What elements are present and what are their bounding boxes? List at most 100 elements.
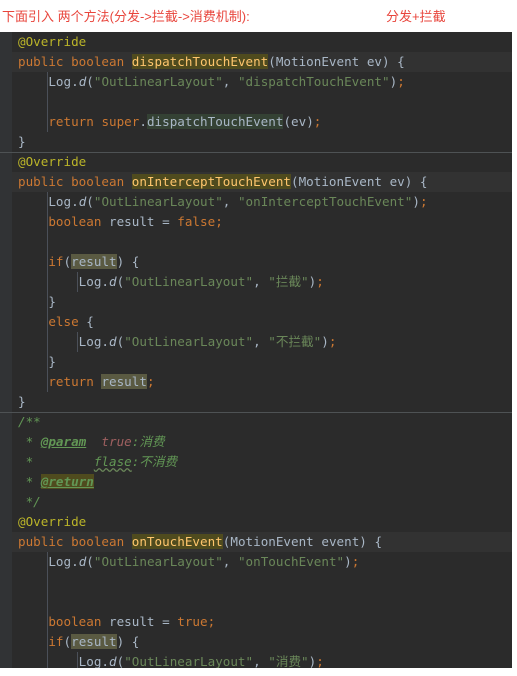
code-token: "OutLinearLayout" xyxy=(124,654,254,668)
code-token: "OutLinearLayout" xyxy=(93,74,223,89)
code-line[interactable]: else { xyxy=(12,312,512,332)
code-token: ) { xyxy=(116,634,140,649)
code-token: boolean xyxy=(71,174,125,189)
indent-guide xyxy=(47,232,48,252)
code-token: "OutLinearLayout" xyxy=(93,194,223,209)
code-line[interactable]: boolean result = true; xyxy=(12,612,512,632)
code-line[interactable]: Log.d("OutLinearLayout", "onTouchEvent")… xyxy=(12,552,512,572)
code-token: MotionEvent xyxy=(275,54,360,69)
code-line[interactable]: @Override xyxy=(0,152,512,172)
header-right-note: 分发+拦截 xyxy=(386,9,446,24)
code-line[interactable]: @Override xyxy=(12,512,512,532)
code-token: Log xyxy=(48,74,72,89)
code-line[interactable] xyxy=(12,232,512,252)
code-token: , xyxy=(253,334,269,349)
code-line[interactable]: if(result) { xyxy=(12,632,512,652)
code-token: dispatchTouchEvent xyxy=(131,54,269,69)
code-token: "onTouchEvent" xyxy=(237,554,345,569)
code-line[interactable]: @Override xyxy=(12,32,512,52)
code-line[interactable]: Log.d("OutLinearLayout", "不拦截"); xyxy=(12,332,512,352)
code-line[interactable]: * flase:不消费 xyxy=(12,452,512,472)
indent-guide xyxy=(47,652,48,668)
code-token: if xyxy=(48,634,64,649)
code-token: ; xyxy=(328,334,337,349)
code-token: ( xyxy=(86,194,94,209)
code-token: . xyxy=(101,654,110,668)
code-token: ( xyxy=(63,254,72,269)
code-line[interactable]: public boolean onInterceptTouchEvent(Mot… xyxy=(12,172,512,192)
code-token: onTouchEvent xyxy=(131,534,223,549)
code-token: "dispatchTouchEvent" xyxy=(237,74,390,89)
code-token: ; xyxy=(146,374,155,389)
indent-guide xyxy=(47,192,48,212)
code-line[interactable]: } xyxy=(12,292,512,312)
code-lines-container[interactable]: @Override public boolean dispatchTouchEve… xyxy=(0,32,512,668)
code-token: result xyxy=(109,614,155,629)
code-token: ; xyxy=(397,74,405,89)
code-token: :不消费 xyxy=(131,454,178,469)
code-line[interactable] xyxy=(12,92,512,112)
code-line[interactable]: return super.dispatchTouchEvent(ev); xyxy=(12,112,512,132)
indent-guide xyxy=(77,652,78,668)
code-token: ) xyxy=(412,194,420,209)
code-line[interactable] xyxy=(12,592,512,612)
code-token: . xyxy=(71,194,79,209)
code-token: false xyxy=(177,214,216,229)
code-line[interactable]: public boolean onTouchEvent(MotionEvent … xyxy=(12,532,512,552)
code-token: public xyxy=(18,54,64,69)
code-line[interactable] xyxy=(12,572,512,592)
code-line[interactable]: * @return xyxy=(12,472,512,492)
code-line[interactable]: boolean result = false; xyxy=(12,212,512,232)
code-token: = xyxy=(154,614,178,629)
code-token: ( xyxy=(268,54,276,69)
code-line[interactable]: } xyxy=(12,352,512,372)
code-token: } xyxy=(18,294,56,309)
code-token: result xyxy=(71,254,117,269)
code-token: = xyxy=(154,214,178,229)
code-line[interactable]: Log.d("OutLinearLayout", "拦截"); xyxy=(12,272,512,292)
code-token: boolean xyxy=(71,54,125,69)
code-line[interactable]: Log.d("OutLinearLayout", "dispatchTouchE… xyxy=(12,72,512,92)
code-line[interactable]: * @param true:消费 xyxy=(12,432,512,452)
code-token: flase xyxy=(93,454,132,469)
code-line[interactable]: Log.d("OutLinearLayout", "onInterceptTou… xyxy=(12,192,512,212)
code-token: onInterceptTouchEvent xyxy=(131,174,291,189)
code-line[interactable]: /** xyxy=(0,412,512,432)
code-token: , xyxy=(222,554,238,569)
code-token: ; xyxy=(316,274,324,289)
indent-guide xyxy=(77,272,78,292)
code-token: super xyxy=(101,114,140,129)
code-token: ( xyxy=(86,74,94,89)
code-line[interactable]: */ xyxy=(12,492,512,512)
code-editor-block[interactable]: @Override public boolean dispatchTouchEve… xyxy=(0,32,512,668)
code-line[interactable]: } xyxy=(12,132,512,152)
code-line[interactable]: } xyxy=(12,392,512,412)
code-token: "消费" xyxy=(268,654,309,668)
code-line[interactable]: Log.d("OutLinearLayout", "消费"); xyxy=(12,652,512,668)
code-token: * xyxy=(18,434,41,449)
code-line[interactable]: if(result) { xyxy=(12,252,512,272)
code-token: * xyxy=(18,454,94,469)
code-token: { xyxy=(78,314,94,329)
code-token: @Override xyxy=(18,154,87,169)
indent-guide xyxy=(47,632,48,652)
code-line[interactable]: public boolean dispatchTouchEvent(Motion… xyxy=(12,52,512,72)
code-token: "OutLinearLayout" xyxy=(93,554,223,569)
code-token: ev xyxy=(291,114,307,129)
code-token: MotionEvent xyxy=(298,174,382,189)
code-line[interactable]: return result; xyxy=(12,372,512,392)
code-token: ev xyxy=(389,174,405,189)
code-token: ; xyxy=(215,214,223,229)
